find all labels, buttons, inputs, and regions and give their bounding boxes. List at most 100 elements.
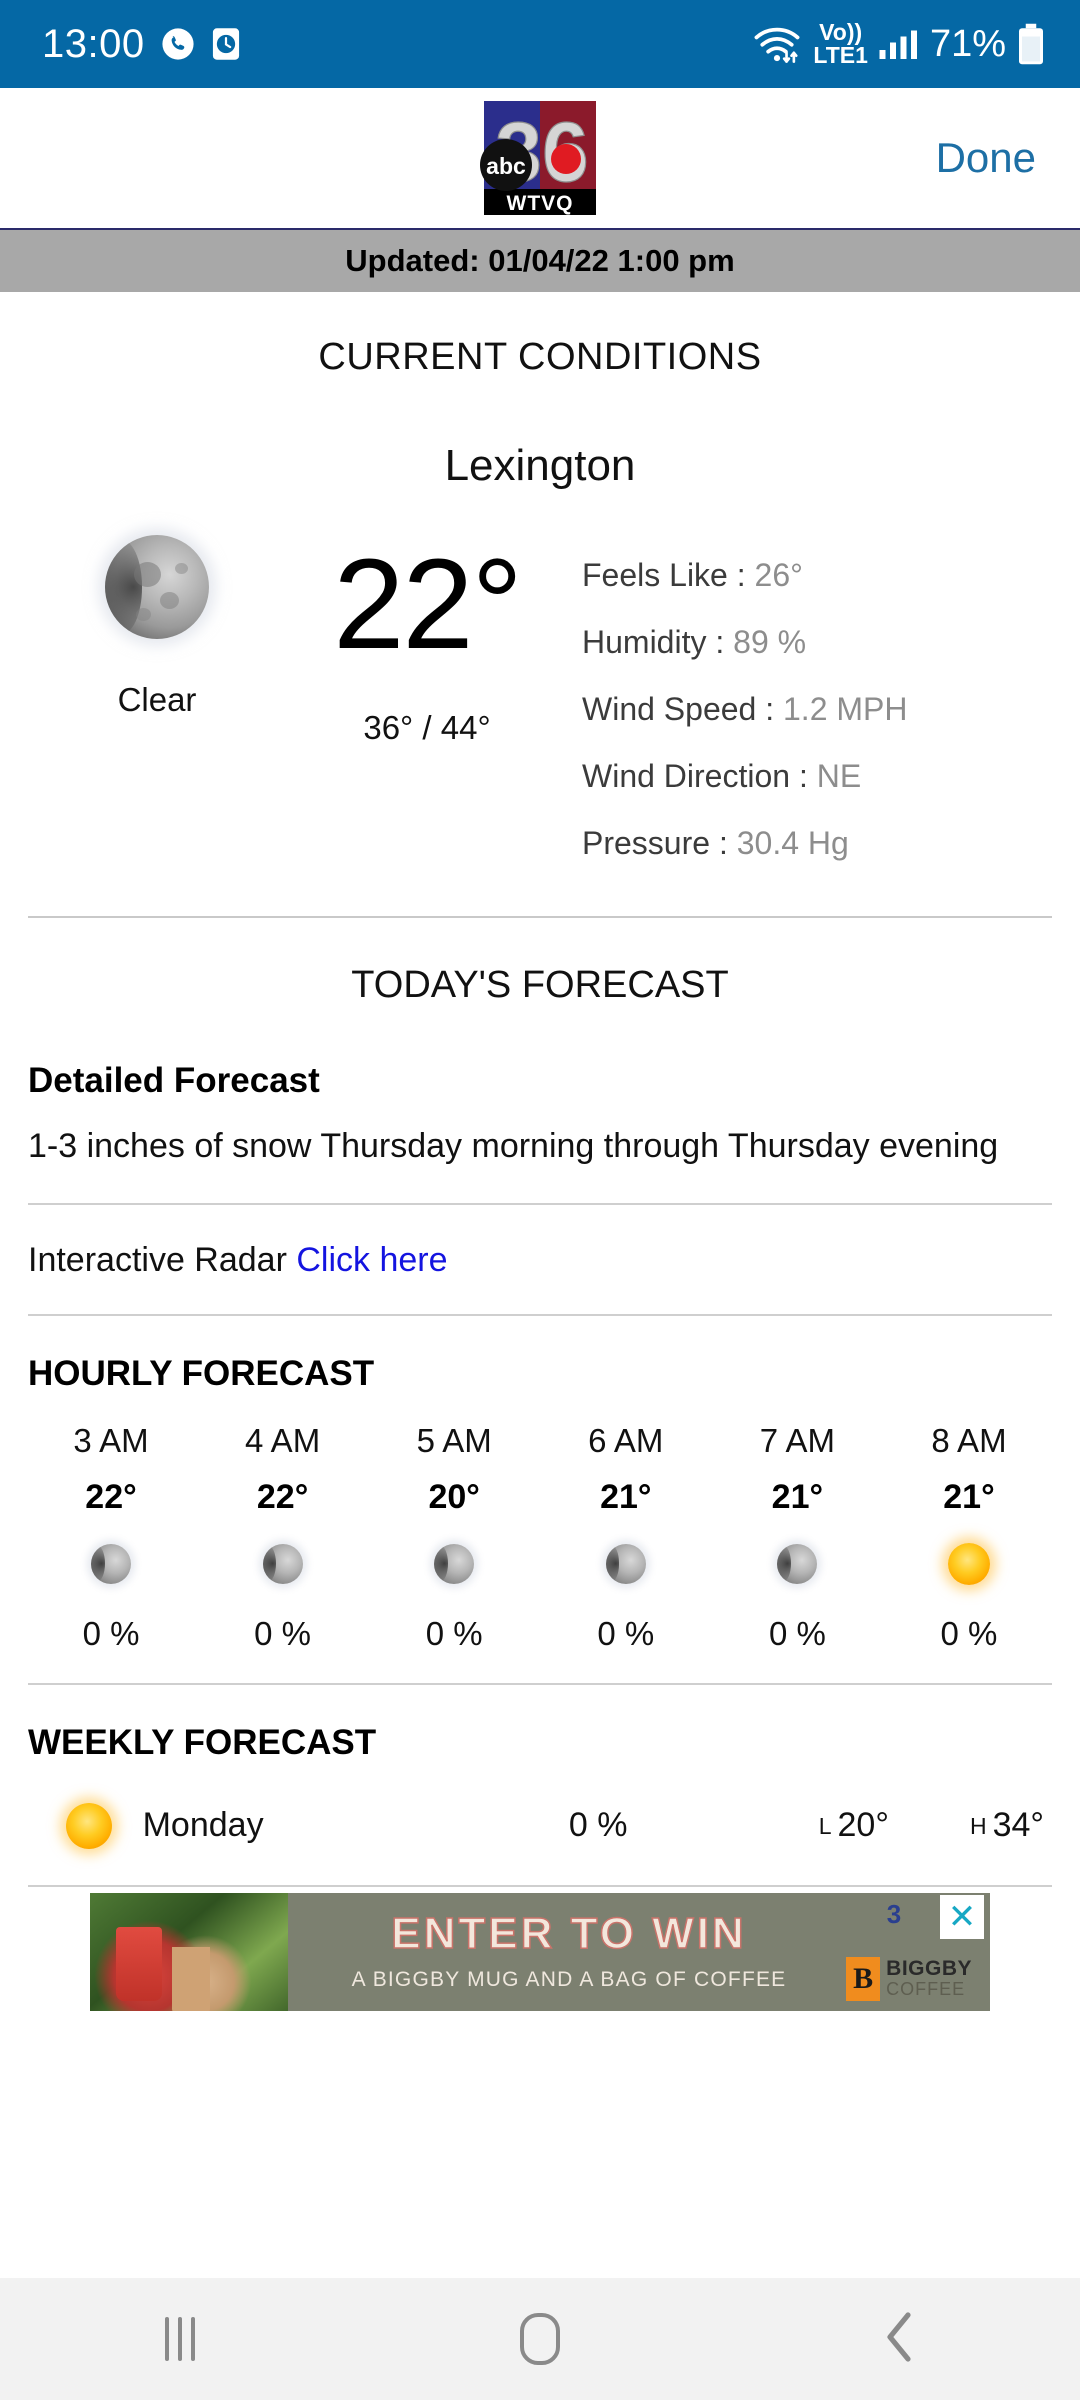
battery-percent-label: 71% xyxy=(929,22,1006,65)
detail-label: Humidity : xyxy=(582,624,725,660)
status-bar-right: Vo)) LTE1 71% xyxy=(751,21,1046,67)
temperature-range: 36° / 44° xyxy=(363,709,491,746)
home-button[interactable] xyxy=(475,2294,605,2384)
advertisement-area: ENTER TO WIN A BIGGBY MUG AND A BAG OF C… xyxy=(28,1892,1052,2013)
detail-wind-direction: Wind Direction : NE xyxy=(582,758,1048,795)
hour-precip: 0 % xyxy=(425,1614,483,1652)
moon-icon xyxy=(605,1543,646,1584)
advertisement-image xyxy=(90,1892,288,2011)
weekly-day-name: Monday xyxy=(142,1806,264,1845)
sun-icon xyxy=(947,1542,990,1585)
weekly-high: H 34° xyxy=(889,1806,1044,1845)
signal-bars-icon xyxy=(878,27,920,61)
moon-icon xyxy=(105,535,209,639)
detail-value: 89 % xyxy=(733,624,807,660)
advertisement-badge: 3 xyxy=(886,1899,902,1930)
divider-after-weekly-row xyxy=(28,1884,1052,1887)
low-value: 20° xyxy=(837,1806,889,1845)
advertisement-subtitle: A BIGGBY MUG AND A BAG OF COFFEE xyxy=(351,1967,787,1991)
hour-icon-slot xyxy=(947,1535,990,1593)
app-header: WTVQ 36 abc Done xyxy=(0,88,1080,230)
radar-click-here-link[interactable]: Click here xyxy=(296,1241,447,1279)
hour-icon-slot xyxy=(777,1535,818,1593)
low-prefix-label: L xyxy=(818,1813,832,1840)
hourly-forecast-heading: HOURLY FORECAST xyxy=(28,1353,375,1393)
detail-value: 26° xyxy=(754,557,803,593)
hour-temp: 21° xyxy=(771,1477,824,1516)
volte-icon: Vo)) LTE1 xyxy=(813,21,868,67)
battery-icon xyxy=(1016,23,1046,65)
whatsapp-icon xyxy=(161,27,195,61)
moon-icon xyxy=(262,1543,303,1584)
current-conditions-heading: CURRENT CONDITIONS xyxy=(318,336,762,378)
current-temperature: 22° xyxy=(333,533,523,676)
recents-button[interactable] xyxy=(115,2294,245,2384)
volte-top-label: Vo)) xyxy=(819,19,863,45)
high-value: 34° xyxy=(992,1806,1044,1845)
clock-icon xyxy=(211,27,241,61)
high-prefix-label: H xyxy=(969,1813,987,1840)
detail-value: 1.2 MPH xyxy=(783,691,908,727)
biggby-wordmark: BIGGBY COFFEE xyxy=(886,1957,972,1999)
hour-precip: 0 % xyxy=(940,1614,998,1652)
moon-icon xyxy=(91,1543,131,1584)
moon-icon xyxy=(434,1543,475,1584)
hour-precip: 0 % xyxy=(82,1614,140,1652)
current-temperature-column: 22° 36° / 44° xyxy=(282,535,572,747)
hour-time: 6 AM xyxy=(588,1421,664,1459)
hour-time: 4 AM xyxy=(244,1421,321,1459)
status-clock: 13:00 xyxy=(42,21,145,66)
hour-time: 7 AM xyxy=(759,1421,835,1459)
advertisement-title: ENTER TO WIN xyxy=(391,1908,747,1958)
back-button[interactable] xyxy=(835,2294,965,2384)
hour-precip: 0 % xyxy=(254,1614,312,1652)
detail-label: Pressure : xyxy=(582,825,728,861)
updated-bar: Updated: 01/04/22 1:00 pm xyxy=(0,230,1080,292)
done-button[interactable]: Done xyxy=(936,134,1036,182)
recents-icon xyxy=(165,2317,195,2361)
detail-pressure: Pressure : 30.4 Hg xyxy=(582,825,1048,862)
status-bar-left: 13:00 xyxy=(42,22,241,67)
current-condition-label: Clear xyxy=(117,681,197,718)
updated-timestamp: Updated: 01/04/22 1:00 pm xyxy=(345,243,735,278)
divider-after-radar xyxy=(28,1313,1052,1316)
hour-icon-slot xyxy=(605,1535,646,1593)
biggby-b-mark: B xyxy=(846,1956,881,2001)
detail-label: Feels Like : xyxy=(582,557,746,593)
hour-icon-slot xyxy=(91,1535,131,1593)
divider-after-current-conditions xyxy=(28,916,1052,918)
detailed-forecast-text: 1-3 inches of snow Thursday morning thro… xyxy=(28,1127,999,1165)
biggby-coffee-logo: B BIGGBY COFFEE xyxy=(846,1956,972,2001)
page-content: CURRENT CONDITIONS Lexington Clear 22° 3… xyxy=(0,336,1080,2013)
android-nav-bar xyxy=(0,2278,1080,2400)
hourly-item: 8 AM 21° 0 % xyxy=(894,1422,1044,1653)
divider-before-weekly xyxy=(28,1682,1052,1685)
hour-precip: 0 % xyxy=(768,1614,826,1652)
detail-label: Wind Speed : xyxy=(582,691,775,727)
hour-temp: 20° xyxy=(428,1477,480,1516)
advertisement-banner[interactable]: ENTER TO WIN A BIGGBY MUG AND A BAG OF C… xyxy=(90,1892,990,2011)
detail-feels-like: Feels Like : 26° xyxy=(582,557,1048,594)
current-conditions-row: Clear 22° 36° / 44° Feels Like : 26° Hum… xyxy=(28,535,1052,862)
weekly-icon-slot xyxy=(36,1802,143,1849)
hour-time: 3 AM xyxy=(73,1421,149,1459)
current-condition-icon-column: Clear xyxy=(32,535,282,719)
hour-temp: 21° xyxy=(943,1477,995,1516)
detail-humidity: Humidity : 89 % xyxy=(582,624,1048,661)
hour-time: 8 AM xyxy=(931,1421,1007,1459)
current-conditions-details: Feels Like : 26° Humidity : 89 % Wind Sp… xyxy=(572,535,1048,862)
status-bar: 13:00 Vo)) LTE1 71% xyxy=(0,0,1080,88)
hourly-item: 6 AM 21° 0 % xyxy=(551,1422,701,1653)
volte-bottom-label: LTE1 xyxy=(813,42,868,68)
detail-value: 30.4 Hg xyxy=(736,825,849,861)
hour-time: 5 AM xyxy=(416,1421,492,1459)
weekly-forecast-row[interactable]: Monday 0 % L 20° H 34° xyxy=(28,1763,1052,1885)
home-icon xyxy=(520,2313,560,2365)
city-name: Lexington xyxy=(444,441,636,490)
sun-icon xyxy=(66,1802,113,1849)
hour-icon-slot xyxy=(434,1535,475,1593)
detail-value: NE xyxy=(816,758,862,794)
weekly-forecast-heading: WEEKLY FORECAST xyxy=(28,1722,377,1762)
hour-precip: 0 % xyxy=(597,1614,655,1652)
close-icon[interactable]: ✕ xyxy=(940,1894,984,1939)
